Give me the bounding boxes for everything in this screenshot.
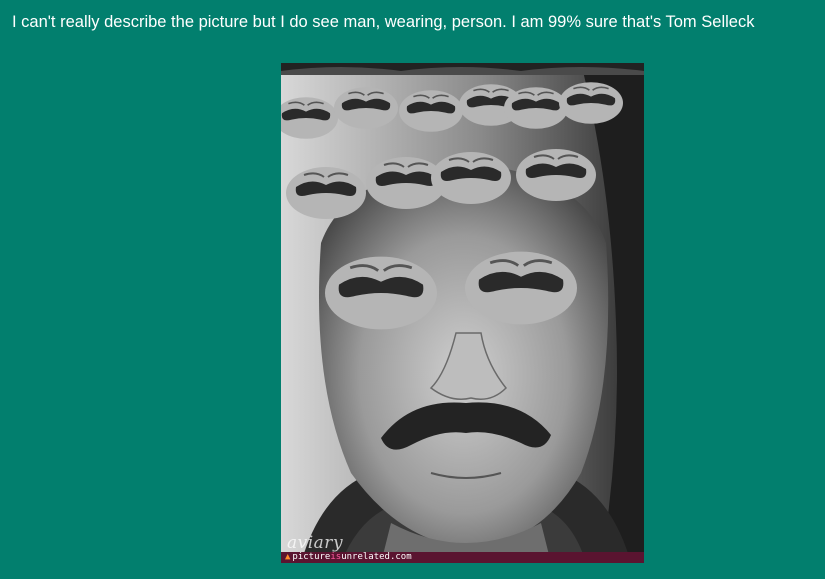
image-description-caption: I can't really describe the picture but … — [12, 13, 755, 31]
aviary-watermark: aviary — [287, 533, 344, 553]
site-credit-prefix: picture — [292, 552, 331, 562]
site-credit-suffix: unrelated.com — [341, 552, 412, 562]
site-credit: ▲ pictureisunrelated.com — [285, 552, 412, 563]
face-collage-illustration — [281, 63, 644, 563]
fire-icon: ▲ — [285, 552, 291, 562]
site-credit-highlight: is — [330, 552, 342, 562]
photo: aviary ▲ pictureisunrelated.com — [281, 63, 644, 563]
